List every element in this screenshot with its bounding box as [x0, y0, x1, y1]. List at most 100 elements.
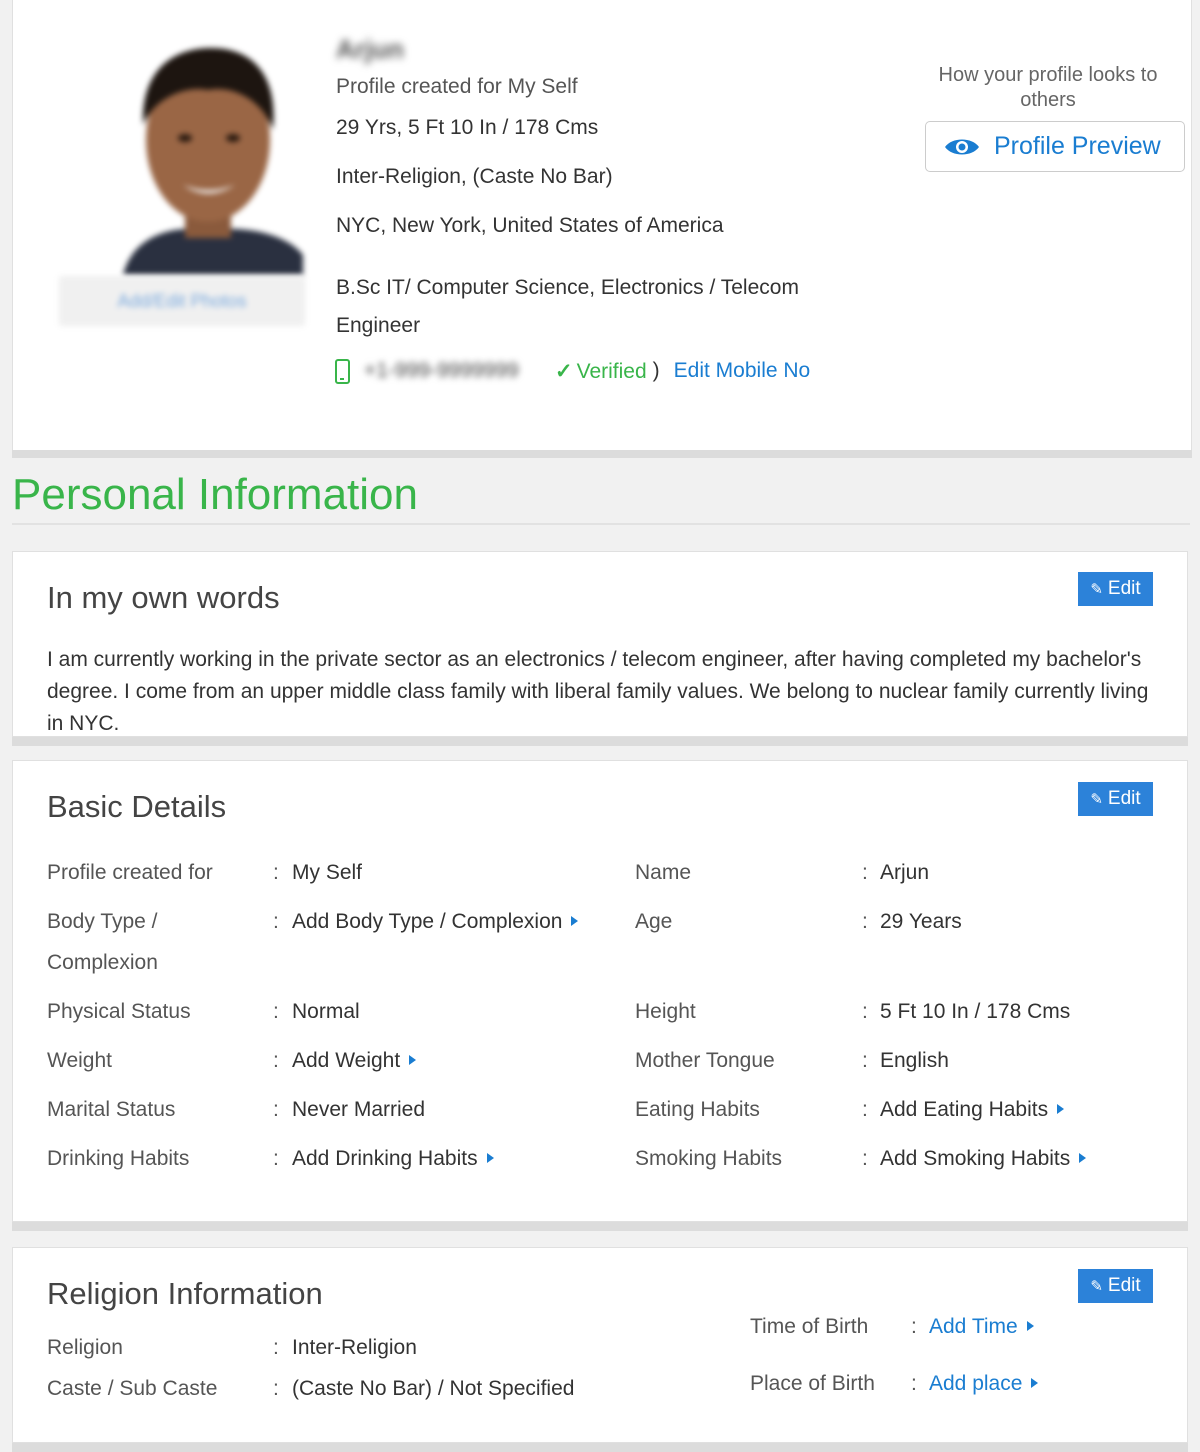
about-card: In my own words ✎ Edit I am currently wor… — [12, 551, 1188, 737]
label-marital-status: Marital Status — [47, 1098, 176, 1121]
about-text: I am currently working in the private se… — [47, 648, 1149, 735]
mobile-number: +1-999-9999999 — [364, 359, 519, 382]
profile-preview-button[interactable]: Profile Preview — [925, 121, 1185, 172]
add-smoking-habits-link[interactable]: Add Smoking Habits — [880, 1138, 1087, 1179]
colon: : — [862, 1098, 868, 1121]
colon: : — [273, 1049, 279, 1072]
caret-right-icon — [1026, 1321, 1034, 1331]
label-eating-habits: Eating Habits — [635, 1098, 760, 1121]
value-physical-status: Normal — [292, 1000, 360, 1023]
colon: : — [862, 1000, 868, 1023]
caret-right-icon — [409, 1055, 417, 1065]
colon: : — [911, 1315, 917, 1338]
profile-card-divider — [12, 450, 1192, 458]
label-religion: Religion — [47, 1336, 123, 1359]
add-body-type-link[interactable]: Add Body Type / Complexion — [292, 901, 579, 942]
add-time-link[interactable]: Add Time — [929, 1306, 1034, 1347]
caret-right-icon — [1031, 1378, 1039, 1388]
basic-details-title: Basic Details — [47, 789, 227, 824]
colon: : — [862, 910, 868, 933]
pencil-icon: ✎ — [1090, 581, 1103, 598]
label-name: Name — [635, 861, 692, 884]
label-drinking-habits: Drinking Habits — [47, 1147, 190, 1170]
verified-badge: ✓ Verified — [555, 359, 647, 384]
label-caste: Caste / Sub Caste — [47, 1377, 218, 1400]
add-place-link[interactable]: Add place — [929, 1363, 1039, 1404]
edit-label: Edit — [1107, 1275, 1141, 1296]
verified-label: Verified — [576, 359, 647, 383]
add-eating-habits-label: Add Eating Habits — [880, 1098, 1049, 1121]
edit-label: Edit — [1107, 578, 1141, 599]
add-drinking-habits-link[interactable]: Add Drinking Habits — [292, 1138, 494, 1179]
value-height: 5 Ft 10 In / 178 Cms — [880, 1000, 1071, 1023]
caret-right-icon — [571, 916, 579, 926]
paren-close: ) — [652, 359, 660, 382]
colon: : — [911, 1372, 917, 1395]
edit-religion-button[interactable]: ✎ Edit — [1078, 1269, 1153, 1303]
value-mother-tongue: English — [880, 1049, 949, 1072]
profile-summary-card: Add/Edit Photos Arjun Profile created fo… — [12, 0, 1192, 450]
eye-icon — [945, 139, 979, 154]
value-marital-status: Never Married — [292, 1098, 426, 1121]
add-time-label: Add Time — [929, 1315, 1018, 1338]
profile-created-for: Profile created for My Self — [336, 75, 578, 98]
colon: : — [273, 1377, 279, 1400]
value-religion: Inter-Religion — [292, 1336, 417, 1359]
colon: : — [862, 861, 868, 884]
colon: : — [273, 910, 279, 933]
label-body-type: Body Type / Complexion — [47, 910, 158, 974]
label-mother-tongue: Mother Tongue — [635, 1049, 775, 1072]
add-place-label: Add place — [929, 1372, 1023, 1395]
label-height: Height — [635, 1000, 696, 1023]
colon: : — [273, 1147, 279, 1170]
mobile-phone-icon — [335, 358, 350, 384]
pencil-icon: ✎ — [1090, 791, 1103, 808]
education-summary: B.Sc IT/ Computer Science, Electronics /… — [336, 276, 799, 337]
add-smoking-habits-label: Add Smoking Habits — [880, 1147, 1071, 1170]
colon: : — [273, 1098, 279, 1121]
caret-right-icon — [486, 1153, 494, 1163]
label-smoking-habits: Smoking Habits — [635, 1147, 783, 1170]
profile-name: Arjun — [336, 34, 404, 64]
location-summary: NYC, New York, United States of America — [336, 214, 724, 237]
caret-right-icon — [1079, 1153, 1087, 1163]
label-age: Age — [635, 910, 673, 933]
colon: : — [273, 1336, 279, 1359]
add-body-type-label: Add Body Type / Complexion — [292, 910, 563, 933]
label-weight: Weight — [47, 1049, 112, 1072]
colon: : — [862, 1147, 868, 1170]
value-profile-created-for: My Self — [292, 861, 363, 884]
card-divider — [12, 1222, 1188, 1231]
add-weight-link[interactable]: Add Weight — [292, 1040, 417, 1081]
add-eating-habits-link[interactable]: Add Eating Habits — [880, 1089, 1065, 1130]
card-divider — [12, 737, 1188, 746]
label-profile-created-for: Profile created for — [47, 861, 213, 884]
religion-summary: Inter-Religion, (Caste No Bar) — [336, 165, 613, 188]
edit-mobile-link[interactable]: Edit Mobile No — [674, 359, 811, 383]
colon: : — [862, 1049, 868, 1072]
label-time-of-birth: Time of Birth — [750, 1315, 869, 1338]
mobile-row: +1-999-9999999 ✓ Verified ) Edit Mobile N… — [335, 356, 810, 386]
add-edit-photos-button[interactable]: Add/Edit Photos — [59, 276, 305, 326]
preview-caption: How your profile looks to others — [938, 64, 1158, 111]
check-icon: ✓ — [555, 359, 573, 383]
label-place-of-birth: Place of Birth — [750, 1372, 875, 1395]
pencil-icon: ✎ — [1090, 1278, 1103, 1295]
add-weight-label: Add Weight — [292, 1049, 401, 1072]
edit-about-button[interactable]: ✎ Edit — [1078, 572, 1153, 606]
value-age: 29 Years — [880, 910, 962, 933]
profile-photo[interactable] — [113, 30, 303, 275]
edit-label: Edit — [1107, 788, 1141, 809]
edit-basic-details-button[interactable]: ✎ Edit — [1078, 782, 1153, 816]
religion-information-title: Religion Information — [47, 1276, 323, 1311]
add-drinking-habits-label: Add Drinking Habits — [292, 1147, 478, 1170]
label-physical-status: Physical Status — [47, 1000, 191, 1023]
age-height: 29 Yrs, 5 Ft 10 In / 178 Cms — [336, 116, 599, 139]
value-name: Arjun — [880, 861, 930, 884]
profile-preview-label: Profile Preview — [994, 132, 1161, 160]
caret-right-icon — [1057, 1104, 1065, 1114]
section-heading-personal-information: Personal Information — [12, 470, 418, 519]
card-divider — [12, 1443, 1188, 1452]
about-title: In my own words — [47, 580, 280, 615]
basic-details-card: Basic Details ✎ Edit Profile created for … — [12, 760, 1188, 1222]
